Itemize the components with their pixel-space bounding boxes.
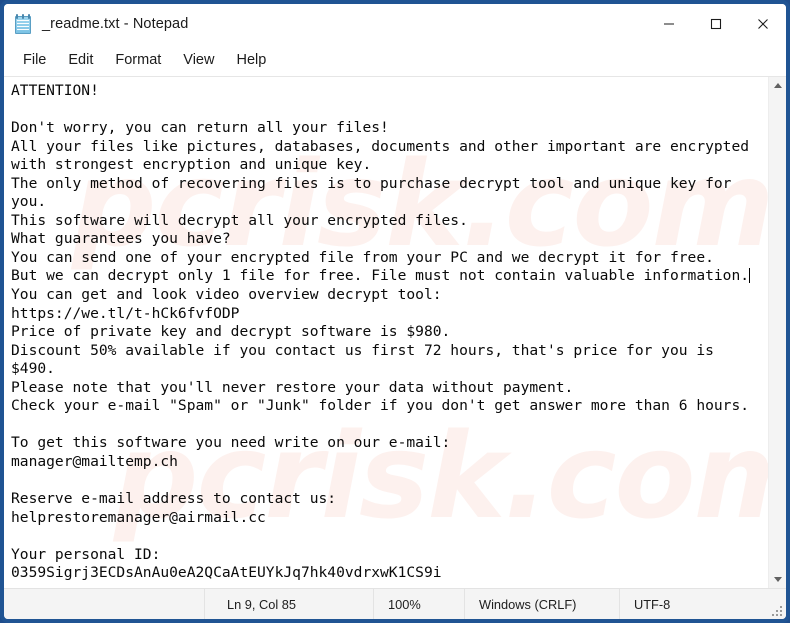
text-caret	[748, 268, 750, 284]
minimize-button[interactable]	[645, 4, 692, 44]
text-line: To get this software you need write on o…	[11, 434, 451, 452]
resize-grip-icon[interactable]	[770, 604, 782, 616]
menu-item-help[interactable]: Help	[225, 48, 277, 72]
scroll-down-icon[interactable]	[769, 571, 786, 588]
text-line: Please note that you'll never restore yo…	[11, 378, 574, 396]
text-line: The only method of recovering files is t…	[11, 174, 732, 192]
text-content[interactable]: ATTENTION! Don't worry, you can return al…	[4, 77, 768, 588]
text-line	[11, 101, 768, 120]
text-line: $490.	[11, 360, 55, 378]
status-zoom-level[interactable]: 100%	[373, 589, 464, 619]
text-line	[11, 416, 768, 435]
notepad-window: _readme.txt - Notepad File Edit Format V…	[0, 0, 790, 623]
menu-item-file[interactable]: File	[12, 48, 57, 72]
window-controls	[645, 4, 786, 44]
text-line: Price of private key and decrypt softwar…	[11, 323, 451, 341]
status-encoding[interactable]: UTF-8	[619, 589, 786, 619]
minimize-icon	[663, 23, 674, 25]
text-line	[11, 471, 768, 490]
text-line: you.	[11, 193, 47, 211]
vertical-scrollbar[interactable]	[768, 77, 786, 588]
window-title: _readme.txt - Notepad	[42, 16, 189, 32]
close-button[interactable]	[739, 4, 786, 44]
text-line: But we can decrypt only 1 file for free.…	[11, 267, 750, 285]
editor-area: pcrisk.com pcrisk.com ATTENTION! Don't wo…	[4, 77, 786, 588]
notepad-icon	[14, 13, 33, 35]
text-line: helprestoremanager@airmail.cc	[11, 508, 266, 526]
text-line: You can send one of your encrypted file …	[11, 248, 714, 266]
menu-item-view[interactable]: View	[172, 48, 225, 72]
menu-item-edit[interactable]: Edit	[57, 48, 104, 72]
text-line: What guarantees you have?	[11, 230, 231, 248]
text-line: Check your e-mail "Spam" or "Junk" folde…	[11, 397, 750, 415]
text-line: Reserve e-mail address to contact us:	[11, 490, 337, 508]
text-line: manager@mailtemp.ch	[11, 452, 178, 470]
maximize-button[interactable]	[692, 4, 739, 44]
text-line: https://we.tl/t-hCk6fvfODP	[11, 304, 240, 322]
text-line: You can get and look video overview decr…	[11, 286, 442, 304]
status-line-endings[interactable]: Windows (CRLF)	[464, 589, 619, 619]
text-line: with strongest encryption and unique key…	[11, 156, 372, 174]
text-line	[11, 527, 768, 546]
status-line-column[interactable]: Ln 9, Col 85	[204, 589, 373, 619]
close-icon	[757, 19, 768, 29]
text-line: All your files like pictures, databases,…	[11, 137, 750, 155]
maximize-icon	[710, 18, 721, 30]
text-line: This software will decrypt all your encr…	[11, 211, 468, 229]
menu-bar: File Edit Format View Help	[4, 44, 786, 77]
status-bar: Ln 9, Col 85 100% Windows (CRLF) UTF-8	[4, 588, 786, 619]
menu-item-format[interactable]: Format	[104, 48, 172, 72]
text-line: Don't worry, you can return all your fil…	[11, 119, 389, 137]
text-line: Discount 50% available if you contact us…	[11, 341, 714, 359]
title-bar[interactable]: _readme.txt - Notepad	[4, 4, 786, 44]
text-line: Your personal ID:	[11, 545, 161, 563]
text-line: 0359Sigrj3ECDsAnAu0eA2QCaAtEUYkJq7hk40vd…	[11, 564, 442, 582]
title-bar-left: _readme.txt - Notepad	[4, 13, 189, 35]
scroll-up-icon[interactable]	[769, 77, 786, 94]
text-line: ATTENTION!	[11, 82, 99, 99]
